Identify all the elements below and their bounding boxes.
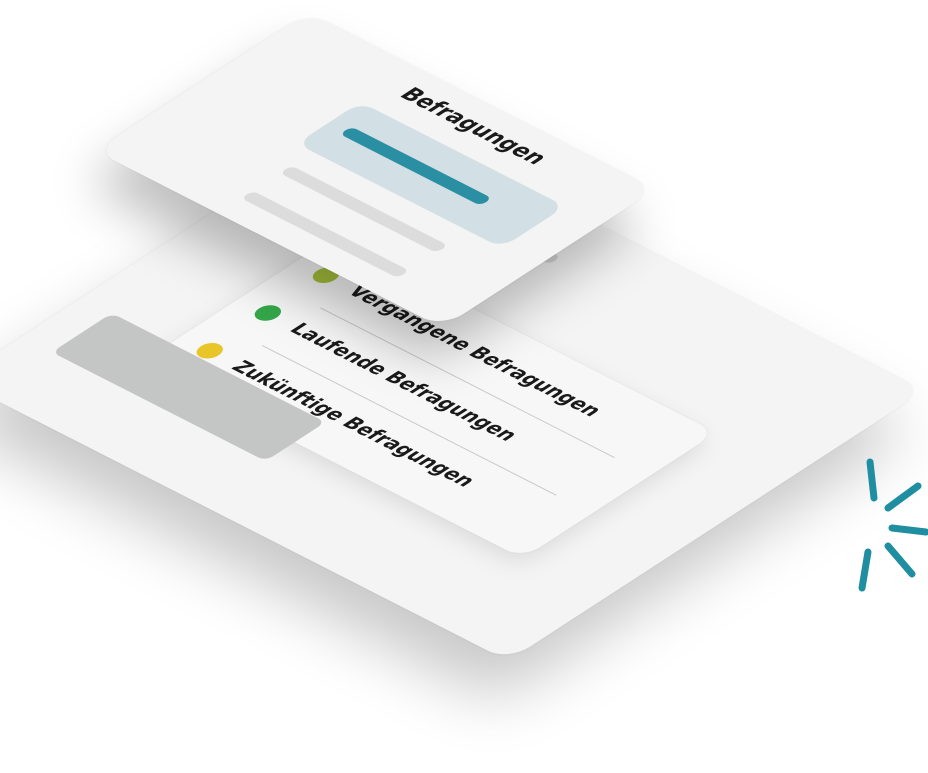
illustration-stage: Vergangene Befragungen Laufende Befragun… [0,0,928,773]
selected-indicator-bar [339,126,493,206]
sparkle-icon [858,458,928,592]
status-dot-icon [249,302,287,324]
nav-item-selected[interactable] [296,101,566,248]
